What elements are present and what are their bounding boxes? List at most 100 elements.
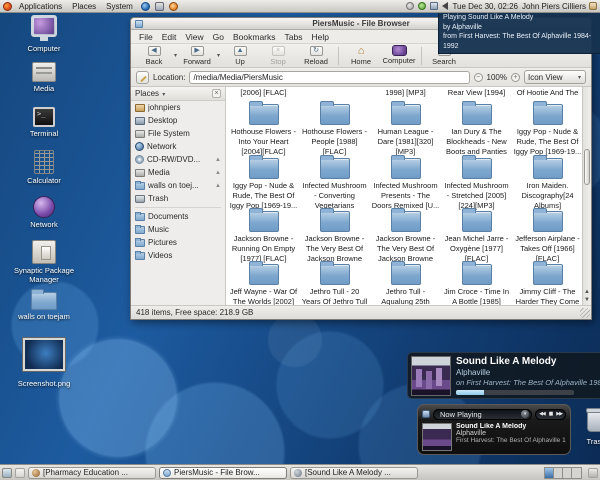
sidebar-item-trash[interactable]: Trash	[131, 192, 225, 205]
back-dropdown-icon[interactable]: ▾	[174, 52, 177, 59]
desktop-icon-synaptic[interactable]: Synaptic Package Manager	[8, 240, 80, 284]
window-list-icon[interactable]	[2, 468, 12, 478]
notification-popup[interactable]: Playing Sound Like A Melody by Alphavill…	[438, 10, 600, 54]
home-button[interactable]: ⌂ Home	[342, 46, 380, 66]
previous-button[interactable]: ◀◀	[539, 411, 545, 417]
zoom-in-icon[interactable]: +	[511, 73, 520, 82]
desktop-icon-screenshot[interactable]: Screenshot.png	[8, 338, 80, 388]
taskbar-corner-icon[interactable]	[588, 468, 598, 478]
desktop-icon-terminal[interactable]: Terminal	[8, 107, 80, 138]
next-button[interactable]: ▶▶	[556, 411, 562, 417]
now-playing-osd[interactable]: Sound Like A Melody Alphaville on First …	[407, 352, 600, 399]
launcher-icon-3[interactable]	[169, 2, 178, 11]
progress-bar[interactable]	[456, 390, 574, 395]
folder-item[interactable]: Of Hootie And The ...	[512, 88, 582, 99]
folder-item[interactable]: Infected Mushroom Presents - The Doors R…	[370, 158, 441, 212]
pause-button[interactable]: ▮▮	[549, 411, 553, 417]
folder-item[interactable]: Hothouse Flowers - People [1988][FLAC]	[299, 104, 370, 158]
playlist-select[interactable]: Now Playing ▾	[433, 409, 532, 420]
folder-item[interactable]: Jethro Tull - 20 Years Of Jethro Tull [1…	[299, 264, 370, 305]
sidebar-item-documents[interactable]: Documents	[131, 210, 225, 223]
scroll-up-icon[interactable]: ▲	[583, 289, 591, 296]
desktop-icon-computer[interactable]: Computer	[8, 15, 80, 53]
menu-help[interactable]: Help	[307, 32, 332, 42]
folder-item[interactable]: Jeff Wayne - War Of The Worlds [2002] [3…	[228, 264, 299, 305]
folder-item[interactable]: Infected Mushroom - Stretched [2005] [22…	[441, 158, 512, 212]
player-app-icon[interactable]	[422, 410, 430, 418]
forward-dropdown-icon[interactable]: ▾	[217, 52, 220, 59]
sidebar-item-videos[interactable]: Videos	[131, 249, 225, 262]
sidebar-item-filesystem[interactable]: File System	[131, 127, 225, 140]
menu-go[interactable]: Go	[209, 32, 228, 42]
eject-icon[interactable]: ▲	[215, 170, 221, 176]
sidebar-item-cdrw[interactable]: CD-RW/DVD...▲	[131, 153, 225, 166]
folder-item[interactable]: [2006] [FLAC]	[228, 88, 299, 99]
edit-location-icon[interactable]	[136, 71, 149, 84]
user-menu[interactable]: John Piers Cilliers	[522, 2, 597, 11]
folder-item[interactable]: Jefferson Airplane - Takes Off [1966] [F…	[512, 211, 582, 265]
menu-tabs[interactable]: Tabs	[281, 32, 307, 42]
scrollbar-thumb[interactable]	[584, 149, 590, 185]
folder-item[interactable]: Ian Dury & The Blockheads - New Boots an…	[441, 104, 512, 158]
back-button[interactable]: ◀ Back	[135, 46, 173, 66]
sidebar-header[interactable]: Places ▾ ×	[131, 87, 225, 101]
browser-launcher-icon[interactable]	[141, 2, 150, 11]
menu-bookmarks[interactable]: Bookmarks	[229, 32, 280, 42]
desktop-icon-walls-folder[interactable]: walls on toejam	[8, 292, 80, 321]
task-button-browser[interactable]: [Pharmacy Education ...	[28, 467, 156, 479]
view-mode-select[interactable]: Icon View ▾	[524, 70, 586, 84]
folder-item[interactable]: Infected Mushroom - Converting Vegetaria…	[299, 158, 370, 212]
sidebar-item-walls[interactable]: walls on toej...▲	[131, 179, 225, 192]
sidebar-item-pictures[interactable]: Pictures	[131, 236, 225, 249]
folder-item[interactable]: Jim Croce - Time In A Bottle [1985] [FLA…	[441, 264, 512, 305]
zoom-level[interactable]: 100%	[487, 73, 507, 82]
eject-icon[interactable]: ▲	[215, 157, 221, 163]
zoom-out-icon[interactable]: −	[474, 73, 483, 82]
desktop-icon-trash[interactable]: Trash	[574, 410, 600, 446]
menu-view[interactable]: View	[181, 32, 207, 42]
launcher-icon-2[interactable]	[155, 2, 164, 11]
folder-item[interactable]: Jackson Browne - The Very Best Of Jackso…	[299, 211, 370, 265]
menu-applications[interactable]: Applications	[16, 2, 65, 11]
location-input[interactable]	[189, 71, 469, 84]
workspace-3[interactable]	[563, 468, 572, 478]
show-desktop-icon[interactable]	[15, 468, 25, 478]
vertical-scrollbar[interactable]: ▲ ▼	[582, 87, 591, 305]
resize-grip[interactable]	[580, 308, 590, 318]
menu-system[interactable]: System	[103, 2, 136, 11]
tray-icon-2[interactable]	[418, 2, 426, 10]
sidebar-item-home[interactable]: johnpiers	[131, 101, 225, 114]
task-button-music-player[interactable]: [Sound Like A Melody ...	[290, 467, 418, 479]
up-button[interactable]: ▲ Up	[221, 46, 259, 66]
folder-item[interactable]: 1998] [MP3]	[370, 88, 441, 99]
desktop-icon-calculator[interactable]: Calculator	[8, 150, 80, 185]
desktop-icon-media[interactable]: Media	[8, 62, 80, 93]
workspace-1[interactable]	[545, 468, 554, 478]
sidebar-item-media[interactable]: Media▲	[131, 166, 225, 179]
scroll-down-icon[interactable]: ▼	[583, 297, 591, 304]
folder-item[interactable]: Iggy Pop - Nude & Rude, The Best Of Iggy…	[512, 104, 582, 158]
folder-item[interactable]: Iron Maiden. Discography[24 Albums]	[512, 158, 582, 212]
folder-item[interactable]: Jimmy Cliff - The Harder They Come - The…	[512, 264, 582, 305]
workspace-4[interactable]	[572, 468, 581, 478]
task-button-file-browser[interactable]: PiersMusic - File Brow...	[159, 467, 287, 479]
folder-item[interactable]: Human League - Dare [1981][320] [MP3]	[370, 104, 441, 158]
menu-places[interactable]: Places	[69, 2, 99, 11]
folder-item[interactable]: Hothouse Flowers - Into Your Heart [2004…	[228, 104, 299, 158]
computer-button[interactable]: Computer	[380, 46, 418, 65]
volume-icon[interactable]	[442, 2, 448, 10]
folder-item[interactable]: Jean Michel Jarre - Oxygène [1977] [FLAC…	[441, 211, 512, 265]
menu-edit[interactable]: Edit	[158, 32, 181, 42]
sidebar-item-network[interactable]: Network	[131, 140, 225, 153]
sidebar-item-desktop[interactable]: Desktop	[131, 114, 225, 127]
folder-item[interactable]: Jackson Browne - The Very Best Of Jackso…	[370, 211, 441, 265]
folder-item[interactable]: Iggy Pop - Nude & Rude, The Best Of Iggy…	[228, 158, 299, 212]
folder-item[interactable]: Jackson Browne - Running On Empty [1977]…	[228, 211, 299, 265]
sidebar-item-music[interactable]: Music	[131, 223, 225, 236]
sidebar-close-icon[interactable]: ×	[212, 89, 221, 98]
reload-button[interactable]: ↻ Reload	[297, 46, 335, 66]
distro-logo-icon[interactable]	[3, 2, 12, 11]
workspace-2[interactable]	[554, 468, 563, 478]
file-icon-view[interactable]: [2006] [FLAC] 1998] [MP3] Rear View [199…	[226, 87, 582, 305]
eject-icon[interactable]: ▲	[215, 183, 221, 189]
